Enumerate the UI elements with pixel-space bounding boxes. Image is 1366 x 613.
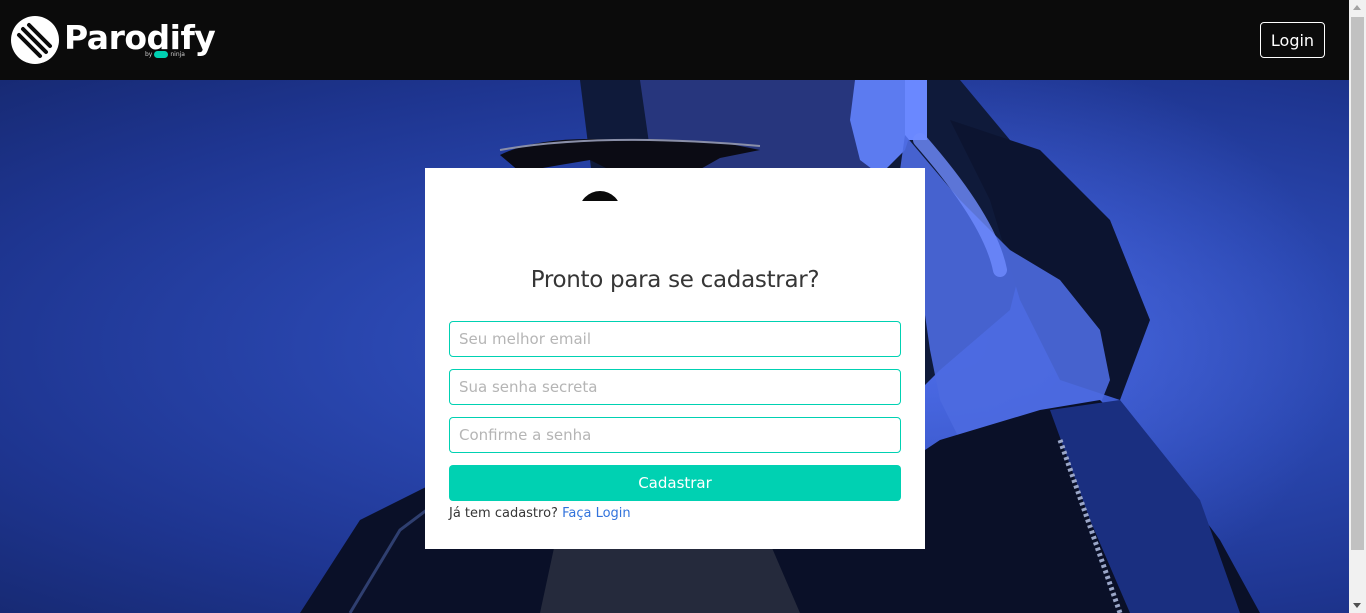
avatar-circle	[579, 191, 621, 201]
brand-by-text: by	[145, 51, 153, 58]
signup-card: Pronto para se cadastrar? Cadastrar Já t…	[425, 168, 925, 549]
password-field[interactable]	[449, 369, 901, 405]
signup-button[interactable]: Cadastrar	[449, 465, 901, 501]
brand-link[interactable]: Parodify by ninja	[10, 0, 216, 80]
brand-partner-text: ninja	[170, 51, 185, 58]
scroll-up-icon[interactable]	[1353, 5, 1361, 10]
scrollbar-thumb[interactable]	[1351, 17, 1364, 550]
parodify-logo-icon	[11, 16, 59, 64]
top-navbar: Parodify by ninja Login	[0, 0, 1349, 80]
confirm-password-field[interactable]	[449, 417, 901, 453]
vertical-scrollbar[interactable]	[1349, 0, 1366, 613]
email-field[interactable]	[449, 321, 901, 357]
login-prompt: Já tem cadastro? Faça Login	[449, 506, 631, 521]
brand-name: Parodify	[64, 17, 216, 57]
page-title: Pronto para se cadastrar?	[530, 267, 820, 293]
brand-byline: by ninja	[145, 51, 185, 58]
login-link[interactable]: Faça Login	[562, 506, 631, 521]
login-button[interactable]: Login	[1260, 22, 1325, 58]
avatar	[579, 191, 621, 201]
ninja-logo-icon	[154, 51, 169, 58]
scroll-down-icon[interactable]	[1353, 603, 1361, 608]
have-account-text: Já tem cadastro?	[449, 506, 558, 521]
